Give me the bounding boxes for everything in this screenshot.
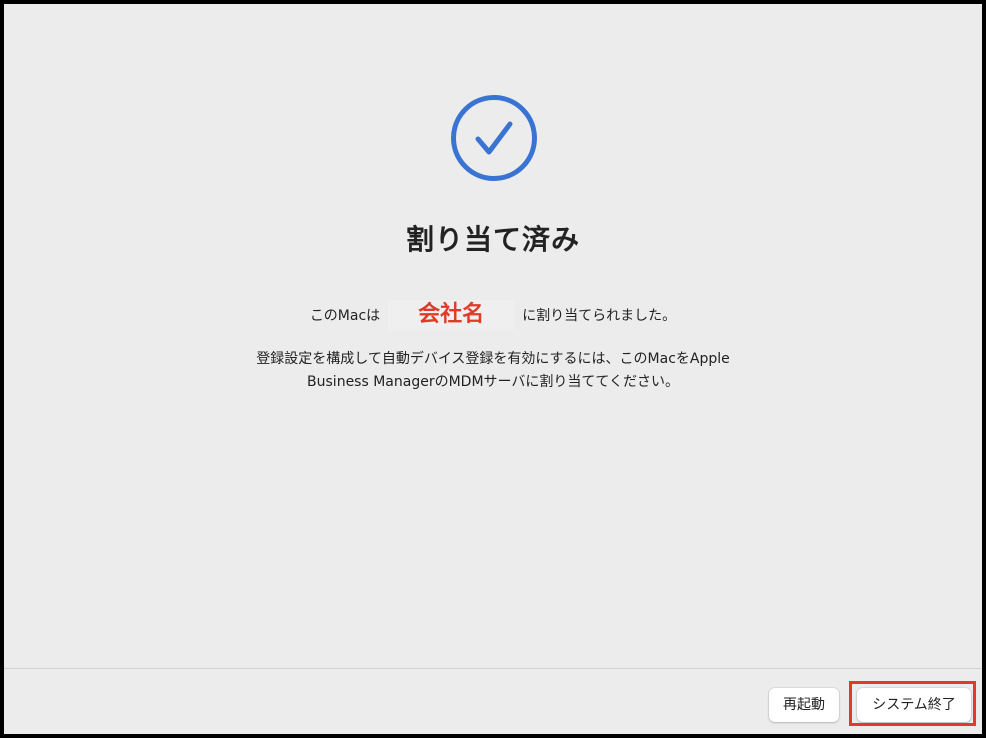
assignment-prefix: このMacは <box>309 308 381 324</box>
setup-window: 割り当て済み このMacは 会社名 に割り当てられました。 登録設定を構成して自… <box>4 4 982 734</box>
description-line-2: Business ManagerのMDMサーバに割り当ててください。 <box>307 374 679 390</box>
assignment-suffix: に割り当てられました。 <box>522 308 677 324</box>
description-line-1: 登録設定を構成して自動デバイス登録を有効にするには、このMacをApple <box>256 351 730 367</box>
page-title: 割り当て済み <box>405 223 580 256</box>
organization-name: 会社名 <box>388 300 515 330</box>
footer-divider <box>4 668 982 669</box>
shutdown-button[interactable]: システム終了 <box>857 688 971 722</box>
restart-button[interactable]: 再起動 <box>769 688 839 722</box>
description: 登録設定を構成して自動デバイス登録を有効にするには、このMacをApple Bu… <box>4 348 982 394</box>
assignment-message: このMacは 会社名 に割り当てられました。 <box>4 300 982 330</box>
checkmark-circle-icon <box>448 92 540 184</box>
